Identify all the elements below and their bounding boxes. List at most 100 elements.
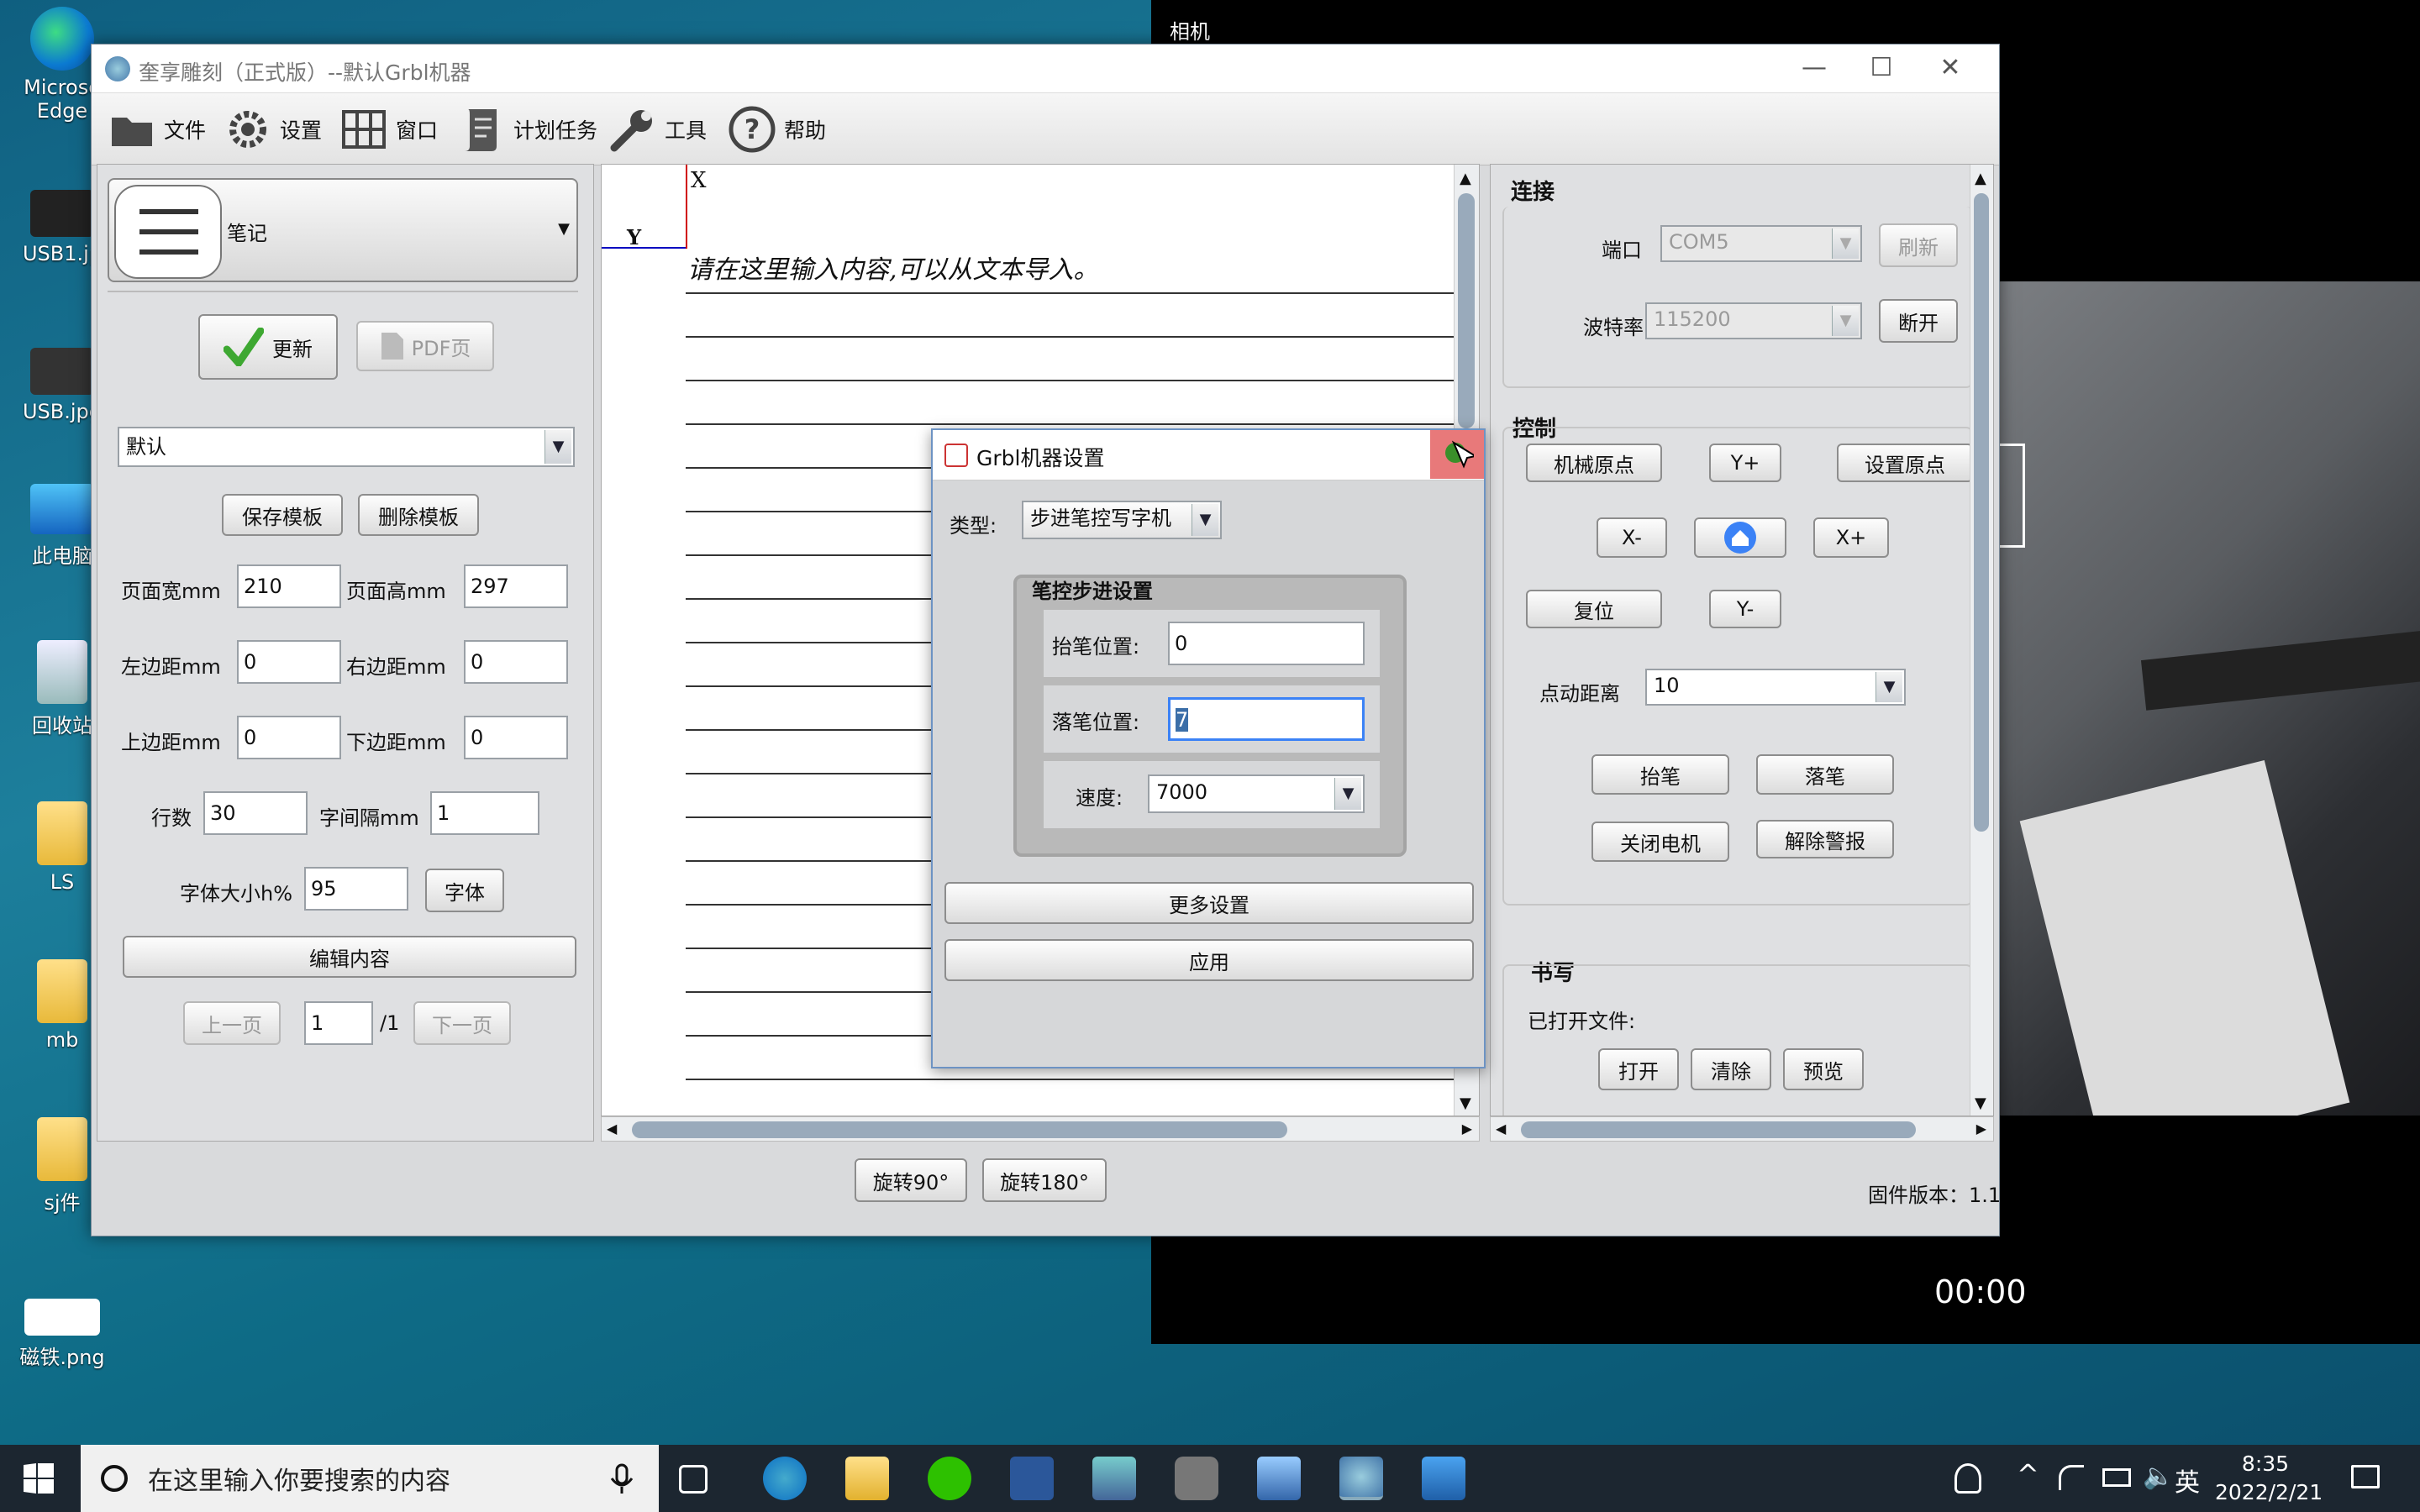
pen-up-button[interactable]: 抬笔 [1591, 754, 1729, 795]
clock[interactable]: 8:35 2022/2/21 [2215, 1450, 2323, 1507]
apply-button[interactable]: 应用 [944, 939, 1474, 981]
refresh-button[interactable]: 刷新 [1879, 223, 1958, 267]
task-view-icon[interactable] [679, 1465, 708, 1494]
pen-up-input[interactable]: 0 [1168, 622, 1365, 665]
type-select[interactable]: 步进笔控写字机 ▼ [1022, 501, 1222, 539]
search-icon [101, 1465, 128, 1492]
mode-selector[interactable]: 笔记 ▼ [108, 178, 578, 282]
volume-icon[interactable]: 🔈 [2143, 1462, 2174, 1491]
ruled-line [686, 423, 1467, 425]
minimize-button[interactable]: — [1789, 51, 1839, 87]
speed-select[interactable]: 7000 ▼ [1148, 774, 1365, 813]
photos-icon[interactable] [1422, 1457, 1465, 1500]
network-app-icon[interactable] [1257, 1457, 1301, 1500]
menu-help[interactable]: ? 帮助 [729, 103, 826, 155]
right-vertical-scrollbar[interactable]: ▲ ▼ [1970, 165, 1993, 1116]
preview-button[interactable]: 预览 [1783, 1048, 1864, 1090]
port-select[interactable]: COM5 ▼ [1660, 225, 1862, 262]
file-explorer-icon[interactable] [845, 1457, 889, 1500]
spacing-input[interactable]: 1 [430, 791, 539, 835]
left-margin-input[interactable]: 0 [237, 640, 341, 684]
jog-value: 10 [1654, 674, 1680, 697]
disconnect-button[interactable]: 断开 [1879, 299, 1958, 343]
maximize-button[interactable]: ☐ [1856, 51, 1907, 87]
chevron-up-icon[interactable]: ^ [2017, 1458, 2039, 1490]
right-margin-input[interactable]: 0 [464, 640, 568, 684]
scroll-thumb[interactable] [1458, 193, 1475, 428]
save-template-button[interactable]: 保存模板 [222, 494, 343, 536]
desktop-icon-magnet[interactable]: 磁铁.png [15, 1299, 109, 1370]
wechat-icon[interactable] [928, 1457, 971, 1500]
baud-select[interactable]: 115200 ▼ [1645, 302, 1862, 339]
image-file-icon [30, 348, 94, 395]
horizontal-scrollbar[interactable]: ◀ ▶ [601, 1116, 1480, 1142]
battery-icon[interactable] [2102, 1468, 2131, 1487]
page-height-input[interactable]: 297 [464, 564, 568, 608]
computer-icon [30, 484, 94, 534]
menu-settings[interactable]: 设置 [224, 103, 322, 155]
close-button[interactable]: ✕ [1925, 51, 1975, 87]
scroll-thumb[interactable] [1974, 193, 1989, 832]
bottom-margin-input[interactable]: 0 [464, 716, 568, 759]
chevron-down-icon: ▼ [1832, 228, 1859, 259]
page-number-input[interactable]: 1 [304, 1001, 373, 1045]
people-icon[interactable] [1954, 1463, 1981, 1494]
control-panel-icon[interactable] [1092, 1457, 1136, 1500]
menu-tasks[interactable]: 计划任务 [458, 103, 597, 155]
top-margin-input[interactable]: 0 [237, 716, 341, 759]
reset-button[interactable]: 复位 [1526, 590, 1662, 628]
jog-distance-select[interactable]: 10 ▼ [1645, 669, 1906, 706]
pen-down-input[interactable]: 7 [1168, 697, 1365, 741]
y-minus-button[interactable]: Y- [1709, 590, 1781, 628]
rotate-180-button[interactable]: 旋转180° [982, 1158, 1107, 1202]
delete-template-button[interactable]: 删除模板 [358, 494, 479, 536]
more-settings-button[interactable]: 更多设置 [944, 882, 1474, 924]
camera-taskbar-icon[interactable] [1175, 1457, 1218, 1500]
engraver-app-icon[interactable] [1339, 1457, 1383, 1500]
menu-file[interactable]: 文件 [108, 103, 206, 155]
edge-taskbar-icon[interactable] [763, 1457, 807, 1500]
rows-input[interactable]: 30 [203, 791, 308, 835]
go-home-button[interactable] [1694, 517, 1786, 558]
x-plus-button[interactable]: X+ [1813, 517, 1889, 558]
start-button[interactable] [24, 1462, 54, 1495]
motor-off-button[interactable]: 关闭电机 [1591, 822, 1729, 862]
menu-window[interactable]: 窗口 [340, 103, 438, 155]
set-origin-button[interactable]: 设置原点 [1837, 444, 1973, 482]
font-size-input[interactable]: 95 [304, 867, 408, 911]
word-icon[interactable] [1010, 1457, 1054, 1500]
update-button[interactable]: 更新 [198, 314, 338, 380]
search-box[interactable]: 在这里输入你要搜索的内容 [81, 1445, 659, 1512]
pen-down-label: 落笔位置: [1052, 711, 1140, 734]
rotate-90-button[interactable]: 旋转90° [855, 1158, 967, 1202]
page-width-label: 页面宽mm [121, 580, 221, 603]
dialog-close-button[interactable] [1430, 430, 1484, 479]
wrench-icon [609, 106, 656, 153]
scroll-thumb[interactable] [632, 1121, 1287, 1138]
dialog-title: Grbl机器设置 [976, 446, 1105, 470]
right-horizontal-scrollbar[interactable]: ◀ ▶ [1490, 1116, 1994, 1142]
ruled-line [686, 292, 1467, 294]
open-button[interactable]: 打开 [1598, 1048, 1679, 1090]
pen-down-button[interactable]: 落笔 [1756, 754, 1894, 795]
page-width-input[interactable]: 210 [237, 564, 341, 608]
notification-icon[interactable] [2351, 1465, 2380, 1488]
menu-tools[interactable]: 工具 [609, 103, 707, 155]
scroll-thumb[interactable] [1521, 1121, 1916, 1138]
machine-home-button[interactable]: 机械原点 [1526, 444, 1662, 482]
wifi-icon[interactable] [2059, 1465, 2084, 1490]
clear-alarm-button[interactable]: 解除警报 [1756, 820, 1894, 858]
pdf-page-button[interactable]: PDF页 [356, 321, 494, 371]
rows-label: 行数 [151, 806, 192, 830]
x-minus-button[interactable]: X- [1597, 517, 1667, 558]
edit-content-button[interactable]: 编辑内容 [123, 936, 576, 978]
ruled-line [686, 336, 1467, 338]
template-select[interactable]: 默认 ▼ [118, 427, 575, 467]
font-button[interactable]: 字体 [425, 869, 504, 912]
prev-page-button[interactable]: 上一页 [183, 1001, 281, 1045]
y-plus-button[interactable]: Y+ [1709, 444, 1781, 482]
clear-button[interactable]: 清除 [1691, 1048, 1771, 1090]
next-page-button[interactable]: 下一页 [413, 1001, 511, 1045]
ime-indicator[interactable]: 英 [2175, 1462, 2200, 1499]
chevron-down-icon: ▼ [558, 220, 570, 238]
